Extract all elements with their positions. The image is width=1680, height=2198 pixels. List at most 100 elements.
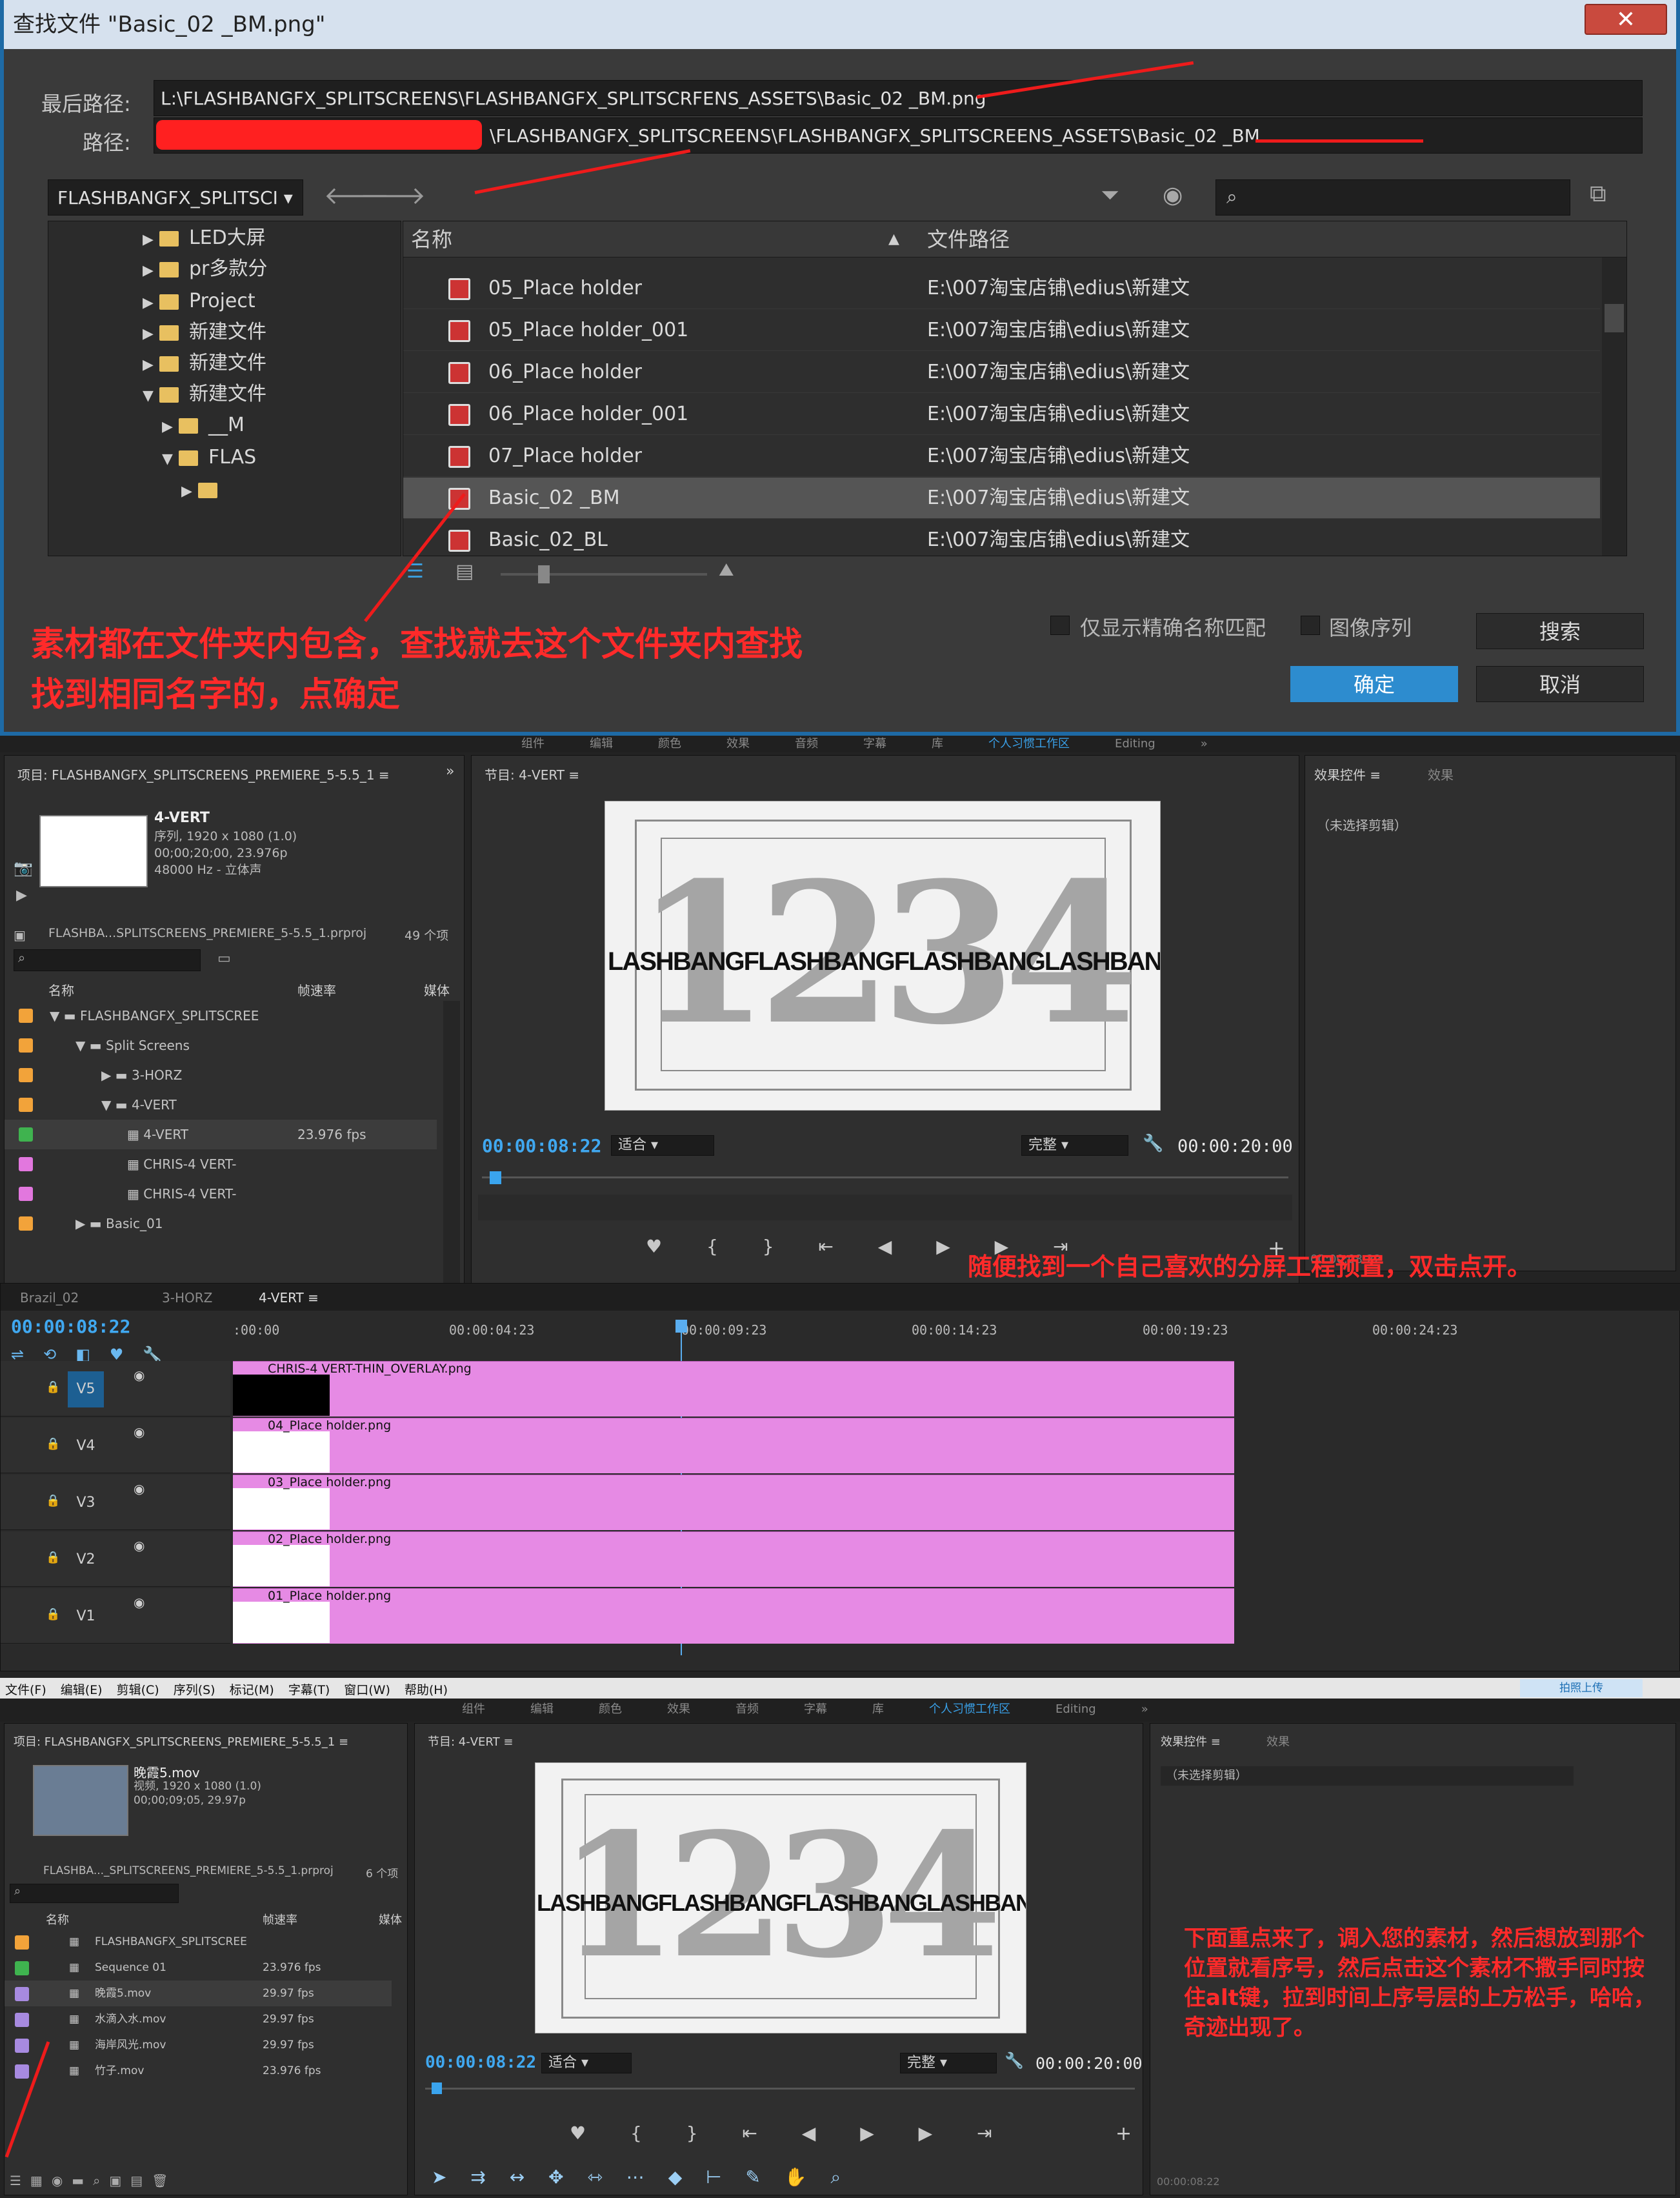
fps-column-header[interactable]: 帧速率 — [297, 980, 336, 999]
workspace-tab[interactable]: 编辑 — [530, 1699, 554, 1720]
eye-icon[interactable]: ◉ — [134, 1538, 145, 1553]
timeline-ruler[interactable]: :00:00 00:00:04:23 00:00:09:23 00:00:14:23 0… — [233, 1320, 1680, 1352]
track-name[interactable]: V2 — [68, 1542, 104, 1578]
workspace-tab[interactable]: » — [1141, 1699, 1148, 1720]
program-video[interactable]: 1234 LASHBANGFLASHBANGFLASHBANGLASHBANG — [605, 801, 1161, 1111]
program-title[interactable]: 节目: 4-VERT ≡ — [485, 765, 579, 783]
mountain-large-icon[interactable]: ⛰ — [719, 559, 734, 581]
file-row[interactable]: 05_Place holder E:\007淘宝店铺\edius\新建文 — [403, 268, 1600, 309]
workspace-tab[interactable]: » — [1201, 736, 1208, 752]
project-panel-title[interactable]: 项目: FLASHBANGFX_SPLITSCREENS_PREMIERE_5-… — [17, 765, 390, 783]
icon-view-icon[interactable]: ▤ — [455, 560, 474, 583]
program-current-timecode[interactable]: 00:00:08:22 — [425, 2053, 536, 2072]
effect-controls-tab[interactable]: 效果控件 ≡ — [1161, 1733, 1221, 1749]
cancel-button[interactable]: 取消 — [1476, 666, 1644, 702]
project-search-input[interactable]: ⌕ — [10, 1884, 179, 1903]
label-color-swatch[interactable] — [19, 1187, 33, 1201]
expand-down-icon[interactable]: ▼ — [143, 379, 159, 413]
file-row[interactable]: 06_Place holder_001 E:\007淘宝店铺\edius\新建文 — [403, 394, 1600, 435]
effects-tab[interactable]: 效果 — [1266, 1733, 1290, 1749]
effects-tab[interactable]: 效果 — [1428, 765, 1454, 783]
menu-item[interactable]: 窗口(W) — [344, 1683, 390, 1697]
timeline-clip[interactable]: 04_Place holder.png — [233, 1418, 1234, 1473]
project-footer-icons[interactable]: ☰▦◉▬⌕▣▤🗑 — [10, 2173, 177, 2188]
menu-item[interactable]: 编辑(E) — [61, 1683, 103, 1697]
timeline-tab[interactable]: 4-VERT ≡ — [259, 1290, 319, 1306]
label-color-swatch[interactable] — [19, 1127, 33, 1142]
lock-icon[interactable]: 🔒 — [46, 1380, 60, 1394]
menu-item[interactable]: 字幕(T) — [288, 1683, 330, 1697]
name-column-header[interactable]: 名称 — [411, 221, 452, 257]
ok-button[interactable]: 确定 — [1290, 666, 1458, 702]
workspace-tab[interactable]: 库 — [932, 736, 943, 752]
timeline-playhead-handle[interactable] — [675, 1320, 687, 1333]
project-row[interactable]: ▦ 竹子.mov 23.976 fps — [5, 2058, 392, 2084]
label-color-swatch[interactable] — [15, 2039, 29, 2053]
expand-down-icon[interactable]: ▼ — [101, 1097, 111, 1113]
workspace-tab[interactable]: 组件 — [462, 1699, 485, 1720]
label-color-swatch[interactable] — [15, 1987, 29, 2001]
timeline-clip[interactable]: 02_Place holder.png — [233, 1531, 1234, 1587]
file-list[interactable]: 名称 ▲ 文件路径 05_Place holder E:\007淘宝店铺\ediu… — [403, 221, 1627, 556]
project-panel-title[interactable]: 项目: FLASHBANGFX_SPLITSCREENS_PREMIERE_5-… — [14, 1733, 348, 1749]
add-button-icon[interactable]: + — [1115, 2122, 1132, 2145]
timeline-clip[interactable]: 01_Place holder.png — [233, 1588, 1234, 1644]
file-row[interactable]: Basic_02_BL E:\007淘宝店铺\edius\新建文 — [403, 519, 1600, 556]
exact-match-checkbox[interactable] — [1050, 616, 1070, 635]
zoom-slider[interactable] — [501, 573, 707, 576]
timeline-tabs[interactable]: Brazil_02 3-HORZ 4-VERT ≡ — [1, 1284, 1680, 1311]
timeline-tab[interactable]: 3-HORZ — [162, 1290, 212, 1306]
panel-menu-icon[interactable]: » — [446, 763, 454, 780]
fit-select[interactable]: 适合 ▾ — [611, 1135, 714, 1156]
expand-down-icon[interactable]: ▼ — [50, 1008, 59, 1023]
wrench-icon[interactable]: 🔧 — [1143, 1134, 1163, 1153]
project-row[interactable]: ▦ Sequence 01 23.976 fps — [5, 1955, 392, 1981]
workspace-tab[interactable]: 颜色 — [658, 736, 681, 752]
menu-item[interactable]: 帮助(H) — [405, 1683, 448, 1697]
eye-icon[interactable]: ◉ — [134, 1595, 145, 1610]
track-name[interactable]: V4 — [68, 1428, 104, 1464]
view-icon[interactable]: ◉ — [1163, 182, 1183, 208]
forward-arrow-icon[interactable]: 🡒 — [360, 181, 426, 210]
timeline-clip[interactable]: 03_Place holder.png — [233, 1475, 1234, 1530]
label-color-swatch[interactable] — [15, 2013, 29, 2027]
search-button[interactable]: 搜索 — [1476, 613, 1644, 649]
new-bin-icon[interactable]: ▭ — [217, 951, 231, 967]
playhead[interactable] — [432, 2082, 442, 2094]
project-row[interactable]: ▦ 晚霞5.mov 29.97 fps — [5, 1981, 392, 2006]
expand-right-icon[interactable]: ▶ — [75, 1216, 85, 1231]
tree-item[interactable]: ▶ — [181, 473, 228, 507]
program-scrub-bar[interactable] — [425, 2088, 1135, 2090]
project-search-input[interactable]: ⌕ — [14, 949, 201, 971]
track-name[interactable]: V3 — [68, 1485, 104, 1521]
expand-right-icon[interactable]: ▶ — [162, 410, 179, 444]
project-row[interactable]: ▼ ▬ 4-VERT — [5, 1090, 437, 1120]
zoom-slider-handle[interactable] — [538, 565, 550, 583]
workspace-tabs[interactable]: 组件 编辑 颜色 效果 音频 字幕 库 个人习惯工作区 Editing » — [0, 1699, 1680, 1722]
file-row[interactable]: Basic_02 _BM E:\007淘宝店铺\edius\新建文 — [403, 478, 1600, 519]
file-row[interactable]: 05_Place holder_001 E:\007淘宝店铺\edius\新建文 — [403, 310, 1600, 351]
workspace-tab[interactable]: Editing — [1115, 736, 1155, 752]
workspace-tab[interactable]: 效果 — [726, 736, 750, 752]
label-color-swatch[interactable] — [15, 2064, 29, 2079]
project-row[interactable]: ▼ ▬ Split Screens — [5, 1031, 437, 1060]
tools-panel[interactable]: ➤ ⇉ ↔ ✥ ⇿ ⋯ ◆ ⊢ ✎ ✋ ⌕ — [432, 2166, 850, 2188]
workspace-tab[interactable]: 库 — [872, 1699, 884, 1720]
label-color-swatch[interactable] — [19, 1038, 33, 1053]
program-scrub-bar[interactable] — [482, 1176, 1288, 1178]
project-row[interactable]: ▦ 4-VERT 23.976 fps — [5, 1120, 437, 1149]
project-row[interactable]: ▦ FLASHBANGFX_SPLITSCREE — [5, 1929, 392, 1955]
camera-icon[interactable]: 📷 — [14, 859, 33, 877]
tree-item[interactable]: ▶ __M — [162, 408, 245, 442]
track-name[interactable]: V5 — [68, 1371, 104, 1407]
timeline-clip[interactable]: CHRIS-4 VERT-THIN_OVERLAY.png — [233, 1361, 1234, 1417]
label-color-swatch[interactable] — [19, 1009, 33, 1023]
fit-select[interactable]: 适合 ▾ — [541, 2053, 632, 2073]
quality-select[interactable]: 完整 ▾ — [1021, 1135, 1128, 1156]
project-row[interactable]: ▦ 水滴入水.mov 29.97 fps — [5, 2006, 392, 2032]
transport-controls[interactable]: ♥ { } ⇤ ◀ ▶ ▶ ⇥ — [570, 2122, 1012, 2144]
fps-column-header[interactable]: 帧速率 — [263, 1911, 297, 1928]
menu-items[interactable]: 文件(F) 编辑(E) 剪辑(C) 序列(S) 标记(M) 字幕(T) 窗口(W) 帮助(H) — [5, 1680, 462, 1698]
workspace-tab[interactable]: 组件 — [521, 736, 545, 752]
upload-badge[interactable]: 拍照上传 — [1520, 1679, 1643, 1697]
